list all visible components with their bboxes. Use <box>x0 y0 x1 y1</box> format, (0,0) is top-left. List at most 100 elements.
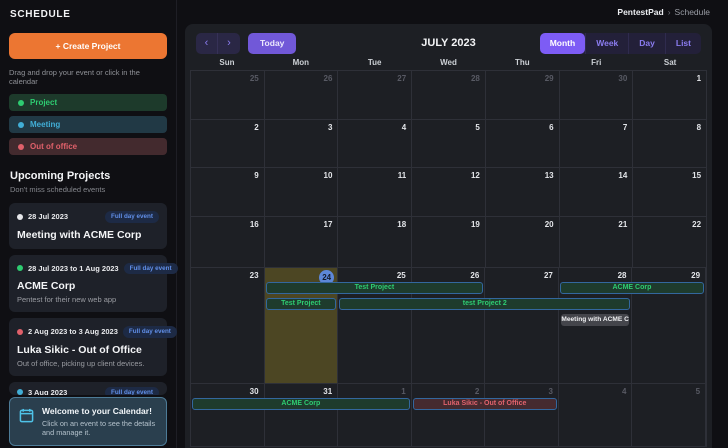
next-month-button[interactable]: › <box>218 33 240 54</box>
calendar-cell[interactable]: 17 <box>265 217 339 267</box>
calendar-cell[interactable]: 29 <box>486 71 560 119</box>
create-project-button[interactable]: + Create Project <box>9 33 167 59</box>
calendar-cell[interactable]: 31 <box>265 384 339 446</box>
prev-month-button[interactable]: ‹ <box>196 33 218 54</box>
calendar-icon <box>19 408 34 438</box>
view-button-day[interactable]: Day <box>628 33 665 54</box>
calendar-cell[interactable]: 15 <box>633 168 706 216</box>
main-area: PentestPad › Schedule ‹ › Today JULY 202… <box>177 0 728 448</box>
calendar-cell[interactable]: 7 <box>560 120 634 167</box>
calendar-cell[interactable]: 1 <box>338 384 412 446</box>
date-number: 8 <box>697 123 701 132</box>
legend-dot-icon <box>18 144 24 150</box>
calendar-cell[interactable]: 27 <box>485 268 559 383</box>
calendar-cell[interactable]: 5 <box>412 120 486 167</box>
date-number: 30 <box>250 387 259 396</box>
legend-item-out-of-office[interactable]: Out of office <box>9 138 167 155</box>
calendar-cell[interactable]: 12 <box>412 168 486 216</box>
legend-item-project[interactable]: Project <box>9 94 167 111</box>
card-header-row: 3 Aug 2023Full day event <box>17 387 159 395</box>
calendar-cell[interactable]: 23 <box>191 268 265 383</box>
legend-label: Out of office <box>30 142 77 151</box>
calendar-cell[interactable]: 20 <box>486 217 560 267</box>
breadcrumb-page[interactable]: Schedule <box>675 7 710 17</box>
breadcrumb: PentestPad › Schedule <box>177 0 728 24</box>
date-number: 26 <box>324 74 333 83</box>
date-number: 10 <box>324 171 333 180</box>
upcoming-card[interactable]: 28 Jul 2023Full day eventMeeting with AC… <box>9 203 167 249</box>
legend-item-meeting[interactable]: Meeting <box>9 116 167 133</box>
calendar-cell[interactable]: 16 <box>191 217 265 267</box>
calendar-cell[interactable]: 5 <box>632 384 706 446</box>
event-bar[interactable]: Test Project <box>266 282 484 294</box>
breadcrumb-app[interactable]: PentestPad <box>617 7 663 17</box>
calendar-cell[interactable]: 21 <box>560 217 634 267</box>
date-number: 28 <box>618 271 627 280</box>
calendar-cell[interactable]: 26 <box>265 71 339 119</box>
date-number: 9 <box>254 171 258 180</box>
calendar-cell[interactable]: 8 <box>633 120 706 167</box>
event-bar[interactable]: Luka Sikic - Out of Office <box>413 398 557 410</box>
calendar-cell[interactable]: 30 <box>560 71 634 119</box>
calendar-cell[interactable]: 4 <box>338 120 412 167</box>
calendar-cell[interactable]: 28 <box>412 71 486 119</box>
date-number: 15 <box>692 171 701 180</box>
calendar-cell[interactable]: 13 <box>486 168 560 216</box>
calendar-toolbar: ‹ › Today JULY 2023 MonthWeekDayList <box>190 32 707 54</box>
calendar-cell[interactable]: 14 <box>560 168 634 216</box>
date-number: 3 <box>548 387 552 396</box>
calendar-cell[interactable]: 6 <box>486 120 560 167</box>
date-number: 27 <box>397 74 406 83</box>
date-number: 1 <box>401 387 405 396</box>
card-date: 28 Jul 2023 <box>28 212 100 221</box>
calendar-nav-group: ‹ › <box>196 33 240 54</box>
full-day-event-badge: Full day event <box>123 326 177 338</box>
upcoming-card[interactable]: 2 Aug 2023 to 3 Aug 2023Full day eventLu… <box>9 318 167 376</box>
event-bar[interactable]: Meeting with ACME Corp <box>561 314 629 326</box>
date-number: 27 <box>544 271 553 280</box>
upcoming-card[interactable]: 28 Jul 2023 to 1 Aug 2023Full day eventA… <box>9 255 167 313</box>
calendar-cell[interactable]: 10 <box>265 168 339 216</box>
view-button-week[interactable]: Week <box>585 33 628 54</box>
calendar-cell[interactable]: 3 <box>265 120 339 167</box>
full-day-event-badge: Full day event <box>124 263 178 275</box>
calendar-cell[interactable]: 30 <box>191 384 265 446</box>
date-number: 29 <box>691 271 700 280</box>
date-number: 4 <box>622 387 626 396</box>
view-button-month[interactable]: Month <box>540 33 586 54</box>
calendar-grid-area: SunMonTueWedThuFriSat 252627282930123456… <box>190 54 707 448</box>
calendar-cell[interactable]: 1 <box>633 71 706 119</box>
event-bar[interactable]: Test Project <box>266 298 337 310</box>
date-number: 5 <box>475 123 479 132</box>
date-number: 5 <box>696 387 700 396</box>
date-number: 1 <box>697 74 701 83</box>
date-number: 29 <box>545 74 554 83</box>
event-bar[interactable]: ACME Corp <box>560 282 704 294</box>
calendar-cell[interactable]: 18 <box>338 217 412 267</box>
event-bar[interactable]: test Project 2 <box>339 298 630 310</box>
calendar-cell[interactable]: 25 <box>191 71 265 119</box>
calendar-week-row: 9 10 11 121314 15 <box>191 168 706 217</box>
view-button-list[interactable]: List <box>665 33 701 54</box>
calendar-cell[interactable]: 3 <box>485 384 559 446</box>
date-number: 2 <box>475 387 479 396</box>
today-button[interactable]: Today <box>248 33 296 54</box>
calendar-cell[interactable]: 19 <box>412 217 486 267</box>
upcoming-projects-subtitle: Don't miss scheduled events <box>10 185 167 194</box>
calendar-cell[interactable]: 22 <box>633 217 706 267</box>
calendar-cell[interactable]: 2 <box>412 384 486 446</box>
event-bar[interactable]: ACME Corp <box>192 398 410 410</box>
calendar-cell[interactable]: 27 <box>338 71 412 119</box>
day-header-fri: Fri <box>559 58 633 70</box>
upcoming-card[interactable]: 3 Aug 2023Full day event <box>9 382 167 395</box>
card-date: 28 Jul 2023 to 1 Aug 2023 <box>28 264 119 273</box>
view-switcher: MonthWeekDayList <box>540 33 701 54</box>
calendar-cell[interactable]: 11 <box>338 168 412 216</box>
date-number: 11 <box>398 171 406 180</box>
date-number: 31 <box>323 387 332 396</box>
calendar-cell[interactable]: 2 <box>191 120 265 167</box>
card-title: Luka Sikic - Out of Office <box>17 344 159 356</box>
day-header-sat: Sat <box>633 58 707 70</box>
calendar-cell[interactable]: 9 <box>191 168 265 216</box>
calendar-cell[interactable]: 4 <box>559 384 633 446</box>
